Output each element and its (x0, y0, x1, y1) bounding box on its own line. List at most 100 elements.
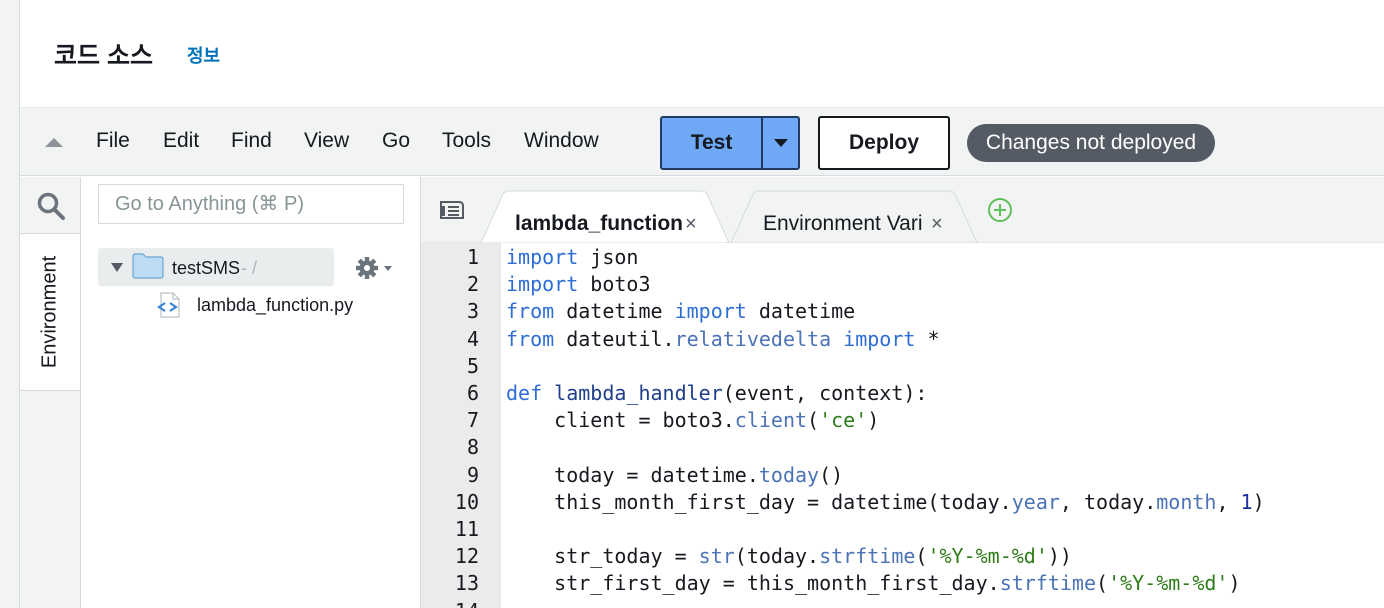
page-title: 코드 소스 (54, 42, 153, 70)
code-token: 1 (1240, 489, 1253, 514)
code-line: import json (506, 245, 638, 269)
code-token: boto3 (590, 272, 651, 297)
code-token: str_today = (506, 544, 699, 569)
collapse-toggle-icon[interactable] (45, 138, 63, 147)
status-badge: Changes not deployed (967, 124, 1215, 162)
search-icon[interactable] (36, 191, 66, 221)
code-token: , (1216, 489, 1241, 514)
code-token: def (506, 381, 543, 405)
code-line: str_today = str(today.strftime('%Y-%m-%d… (506, 544, 1072, 568)
line-number: 5 (466, 353, 479, 378)
line-number: 8 (466, 435, 479, 460)
code-token: ( (1096, 571, 1109, 596)
close-icon[interactable]: × (685, 213, 697, 236)
tab-label: lambda_function (515, 212, 684, 235)
code-token: json (590, 245, 639, 269)
code-line: client = boto3.client('ce') (506, 408, 879, 432)
line-number: 4 (466, 326, 479, 351)
menu-find[interactable]: Find (231, 129, 272, 153)
line-number: 11 (454, 517, 479, 541)
tab-label: Environment Vari (763, 212, 923, 235)
code-token: ( (915, 544, 928, 569)
line-number: 6 (466, 381, 479, 405)
code-token: '%Y-%m-%d' (1108, 571, 1229, 596)
folder-path: - / (241, 258, 257, 278)
menu-file[interactable]: File (96, 129, 130, 153)
code-token: ) (1228, 571, 1241, 596)
line-number: 9 (466, 462, 479, 487)
folder-name: testSMS (172, 258, 241, 278)
code-token: ) (1252, 489, 1265, 514)
code-token: () (819, 462, 844, 487)
editor-tabbar: lambda_function × Environment Vari × (421, 177, 1384, 243)
code-editor: lambda_function × Environment Vari × 123… (421, 177, 1384, 608)
line-number: 3 (466, 299, 479, 324)
info-link[interactable]: 정보 (187, 42, 220, 68)
code-token: from (506, 326, 555, 351)
code-line: from dateutil.relativedelta import * (506, 327, 940, 351)
tab-environment-variables[interactable]: Environment Vari × (731, 190, 979, 243)
code-area[interactable]: import json import boto3 from datetime imp… (501, 243, 1384, 608)
code-token: year (1011, 489, 1060, 514)
menu-edit[interactable]: Edit (163, 129, 199, 153)
code-token: strftime (819, 544, 916, 569)
menu-go[interactable]: Go (382, 129, 410, 153)
code-token: this_month_first_day = datetime(today. (506, 489, 1012, 514)
environment-tab-label: Environment (38, 255, 61, 369)
code-token: lambda_handler (554, 381, 723, 405)
line-number: 1 (466, 245, 479, 269)
folder-row[interactable]: testSMS - / (98, 248, 334, 286)
code-token: month (1156, 489, 1217, 514)
code-token: datetime (554, 299, 675, 324)
go-to-anything-input[interactable] (98, 184, 404, 224)
environment-tab[interactable]: Environment (20, 233, 80, 391)
test-button[interactable]: Test (660, 116, 761, 170)
code-token: 'ce' (819, 408, 868, 433)
code-token: '%Y-%m-%d' (927, 544, 1048, 569)
code-line: from datetime import datetime (506, 299, 855, 323)
code-token: ( (807, 408, 820, 433)
vertical-toolbar: Environment (20, 177, 81, 608)
code-token: ) (867, 408, 880, 433)
code-token: dateutil. (554, 326, 675, 351)
tree-caret-down-icon[interactable] (111, 263, 123, 272)
add-tab-icon[interactable] (987, 197, 1013, 223)
code-token: import (506, 245, 579, 269)
code-line: def lambda_handler(event, context): (506, 381, 927, 405)
code-line: str_first_day = this_month_first_day.str… (506, 571, 1241, 596)
tab-lambda-function[interactable]: lambda_function × (481, 190, 731, 243)
code-token: client = boto3. (506, 408, 735, 433)
code-token: str_first_day = this_month_first_day. (506, 571, 1000, 596)
line-number: 2 (466, 272, 479, 297)
code-token: )) (1047, 544, 1072, 569)
menu-window[interactable]: Window (524, 129, 599, 153)
code-token: today = datetime. (506, 462, 759, 487)
gear-icon[interactable] (354, 255, 394, 281)
code-token: strftime (999, 571, 1097, 596)
menu-tools[interactable]: Tools (442, 129, 491, 153)
tab-list-icon[interactable] (439, 199, 465, 221)
close-icon[interactable]: × (931, 213, 943, 236)
code-token: import (674, 299, 747, 324)
code-line: this_month_first_day = datetime(today.ye… (506, 489, 1265, 514)
code-token: from (506, 299, 555, 324)
line-number: 13 (454, 571, 479, 596)
line-number: 14 (455, 599, 479, 608)
deploy-button[interactable]: Deploy (818, 116, 950, 170)
menu-view[interactable]: View (304, 129, 349, 153)
file-name: lambda_function.py (197, 295, 354, 315)
line-number: 12 (454, 544, 479, 569)
ide-menubar: File Edit Find View Go Tools Window Test… (20, 108, 1384, 176)
section-header: 코드 소스 정보 (20, 0, 1384, 108)
code-token: import (506, 272, 579, 297)
code-token: import (843, 326, 916, 351)
test-dropdown-button[interactable] (761, 116, 800, 170)
line-number: 10 (454, 489, 479, 514)
code-token: datetime (746, 299, 856, 324)
line-number-gutter: 1234567891011121314 (421, 243, 501, 608)
python-file-icon (157, 292, 180, 318)
code-line: import boto3 (506, 272, 651, 296)
caret-down-icon (773, 139, 788, 147)
